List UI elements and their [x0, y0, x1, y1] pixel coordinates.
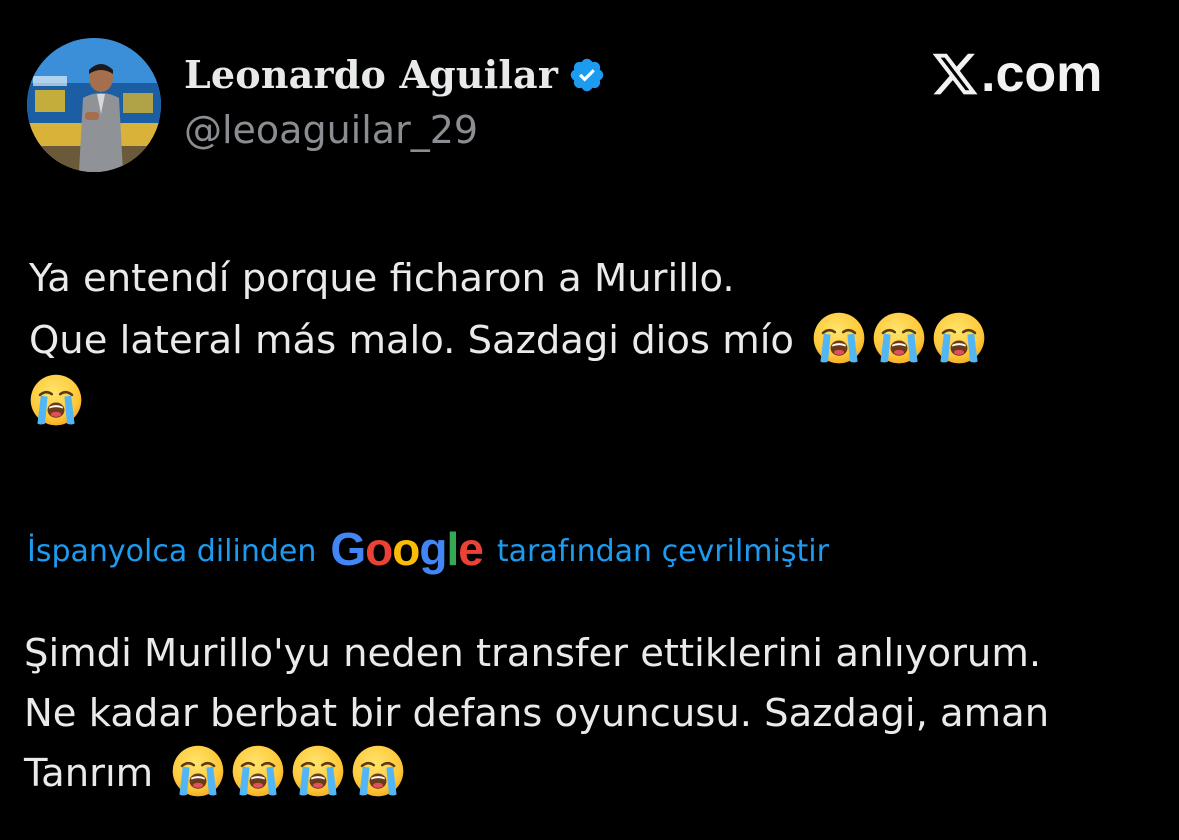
- loudly-crying-face-icon: [351, 744, 405, 798]
- post-body: Ya entendí porque ficharon a Murillo. Que…: [29, 248, 1149, 434]
- translated-post-body: Şimdi Murillo'yu neden transfer ettikler…: [24, 624, 1144, 804]
- translation-suffix: tarafından çevrilmiştir: [496, 533, 829, 569]
- translated-line-with-emoji: Tanrım: [24, 744, 1144, 804]
- author-handle[interactable]: @leoaguilar_29: [184, 108, 478, 152]
- avatar-image: [27, 38, 161, 172]
- loudly-crying-face-icon: [812, 311, 866, 365]
- post-line: Ya entendí porque ficharon a Murillo.: [29, 256, 735, 301]
- translated-line: Ne kadar berbat bir defans oyuncusu. Saz…: [24, 691, 1050, 736]
- x-logo-icon: [932, 53, 978, 95]
- loudly-crying-face-icon: [872, 311, 926, 365]
- loudly-crying-face-icon: [171, 744, 225, 798]
- translated-line: Tanrım: [24, 751, 154, 796]
- loudly-crying-face-icon: [932, 311, 986, 365]
- translation-attribution[interactable]: İspanyolca dilinden Google tarafından çe…: [27, 523, 829, 575]
- loudly-crying-face-icon: [291, 744, 345, 798]
- author-display-name: Leonardo Aguilar: [184, 52, 559, 97]
- post-line-with-emoji: Que lateral más malo. Sazdagi dios mío: [29, 310, 1149, 372]
- brand-logo: .com: [930, 48, 1102, 100]
- brand-domain: .com: [981, 45, 1103, 103]
- author-avatar[interactable]: [27, 38, 161, 172]
- post-line: Que lateral más malo. Sazdagi dios mío: [29, 318, 794, 363]
- translated-line: Şimdi Murillo'yu neden transfer ettikler…: [24, 631, 1042, 676]
- loudly-crying-face-icon: [29, 373, 83, 427]
- loudly-crying-face-icon: [231, 744, 285, 798]
- post-emoji-line: [29, 372, 1149, 434]
- google-logo: Google: [330, 523, 483, 575]
- translation-prefix: İspanyolca dilinden: [27, 533, 317, 569]
- author-name-row[interactable]: Leonardo Aguilar: [184, 52, 606, 97]
- verified-badge-icon: [570, 58, 604, 91]
